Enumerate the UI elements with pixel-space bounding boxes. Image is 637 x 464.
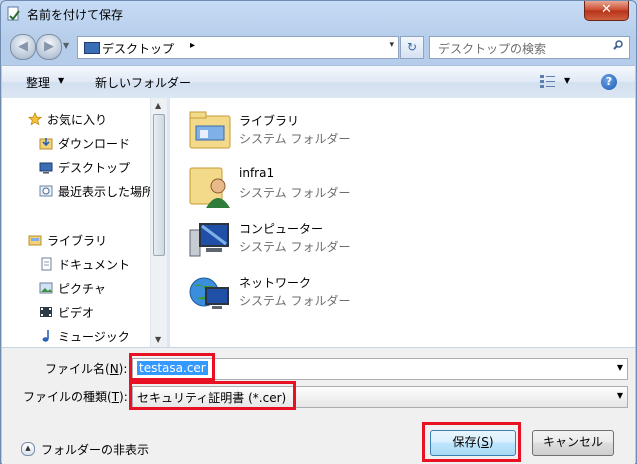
save-document-icon: [7, 6, 20, 21]
forward-arrow-icon: ▶: [44, 39, 54, 54]
item-name: ネットワーク: [239, 276, 312, 290]
back-arrow-icon: ◀: [18, 39, 28, 54]
nav-libraries-label: ライブラリ: [47, 234, 108, 248]
item-type: システム フォルダー: [239, 294, 351, 308]
toolbar: 整理 ▼ 新しいフォルダー ▼ ?: [2, 65, 635, 99]
star-icon: [28, 112, 42, 126]
title-bar: 名前を付けて保存 ✕: [1, 1, 636, 27]
refresh-button[interactable]: ↻: [400, 36, 424, 59]
recent-places-icon: [39, 185, 53, 197]
nav-item-label: ドキュメント: [58, 258, 131, 272]
navigation-scrollbar[interactable]: ▲ ▼: [150, 98, 167, 347]
pictures-icon: [39, 282, 53, 294]
item-type: システム フォルダー: [239, 132, 351, 146]
nav-item-label: ダウンロード: [58, 137, 131, 151]
filename-label: ファイル名(N):: [45, 362, 128, 376]
nav-item-label: 最近表示した場所: [58, 185, 150, 199]
nav-item-label: ピクチャ: [58, 282, 106, 296]
file-list: ライブラリ システム フォルダー infra1 システム フォルダー コンピュー…: [170, 98, 635, 347]
desktop-icon: [39, 162, 53, 174]
desktop-icon: [84, 42, 100, 54]
list-item[interactable]: infra1 システム フォルダー: [188, 162, 568, 214]
organize-button[interactable]: 整理: [26, 74, 50, 91]
save-as-dialog: 名前を付けて保存 ✕ ◀ ▶ ▼ デスクトップ ▸ ▾ ↻ デスクトップの検索 …: [0, 0, 637, 464]
search-icon[interactable]: [613, 40, 623, 50]
music-note-icon: [42, 330, 49, 342]
address-bar[interactable]: デスクトップ ▸ ▾: [77, 36, 399, 59]
library-icon: [28, 235, 42, 246]
address-dropdown-icon[interactable]: ▾: [389, 40, 394, 50]
hide-folders-label: フォルダーの非表示: [41, 443, 150, 457]
download-folder-icon: [39, 138, 53, 150]
filename-dropdown-icon[interactable]: ▼: [617, 363, 623, 372]
item-name: ライブラリ: [239, 114, 300, 128]
organize-dropdown-icon[interactable]: ▼: [58, 76, 64, 85]
item-name: コンピューター: [239, 222, 324, 236]
filename-highlight-box: [129, 353, 215, 381]
breadcrumb-chevron-icon[interactable]: ▸: [190, 40, 195, 51]
scroll-up-icon[interactable]: ▲: [155, 101, 161, 110]
address-location[interactable]: デスクトップ: [102, 40, 174, 57]
scrollbar-thumb[interactable]: [153, 114, 165, 256]
network-icon: [189, 277, 229, 309]
list-item[interactable]: ネットワーク システム フォルダー: [188, 270, 568, 322]
forward-button[interactable]: ▶: [36, 34, 62, 60]
item-name: infra1: [239, 166, 275, 180]
close-button[interactable]: ✕: [584, 1, 629, 21]
new-folder-button[interactable]: 新しいフォルダー: [95, 74, 191, 91]
list-item[interactable]: ライブラリ システム フォルダー: [188, 108, 568, 160]
navigation-pane: お気に入り ダウンロード デスクトップ 最近表示した場所 ライブラリ ドキュメン…: [2, 98, 150, 347]
filetype-label: ファイルの種類(T):: [23, 390, 128, 404]
nav-favorites-label: お気に入り: [47, 113, 108, 127]
scroll-down-icon[interactable]: ▼: [155, 335, 161, 344]
item-type: システム フォルダー: [239, 240, 351, 254]
help-icon: ?: [605, 75, 613, 88]
recent-locations-dropdown[interactable]: ▼: [63, 41, 69, 50]
dialog-title: 名前を付けて保存: [27, 8, 124, 22]
documents-icon: [41, 257, 52, 271]
user-folder-icon: [189, 167, 230, 208]
search-placeholder: デスクトップの検索: [438, 42, 547, 56]
cancel-button[interactable]: キャンセル: [532, 430, 614, 456]
filetype-highlight-box: [129, 381, 296, 410]
search-input[interactable]: デスクトップの検索: [429, 36, 630, 59]
item-type: システム フォルダー: [239, 186, 351, 200]
save-highlight-box: [422, 422, 521, 462]
videos-icon: [40, 307, 52, 317]
refresh-icon: ↻: [406, 40, 418, 54]
view-dropdown-icon[interactable]: ▼: [564, 76, 570, 85]
nav-item-label: デスクトップ: [58, 161, 131, 175]
nav-item-label: ミュージック: [58, 330, 130, 344]
filetype-dropdown-icon[interactable]: ▼: [617, 391, 623, 400]
nav-item-label: ビデオ: [58, 306, 95, 320]
list-item[interactable]: コンピューター システム フォルダー: [188, 216, 568, 268]
help-button[interactable]: ?: [601, 74, 617, 90]
computer-icon: [189, 223, 229, 257]
collapse-up-icon: ▲: [21, 442, 35, 456]
back-button[interactable]: ◀: [10, 34, 36, 60]
view-options-icon[interactable]: [539, 73, 557, 89]
library-icon: [189, 111, 231, 149]
